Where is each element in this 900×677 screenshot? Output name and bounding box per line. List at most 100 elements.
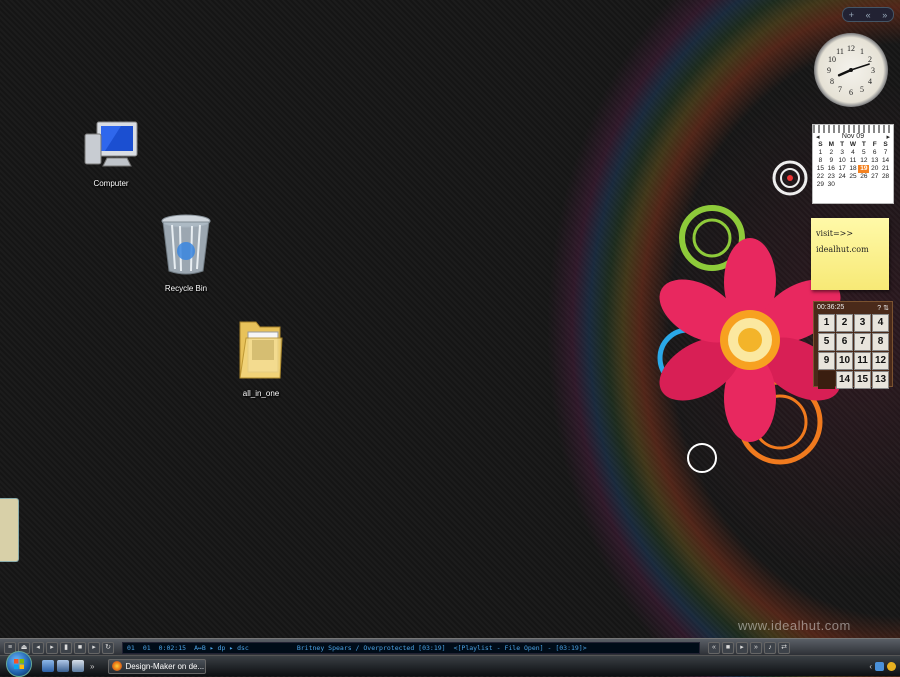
calendar-day[interactable]: 30	[826, 181, 837, 189]
calendar-day[interactable]: 13	[869, 157, 880, 165]
quick-launch-more-icon[interactable]: »	[90, 662, 94, 671]
calendar-day[interactable]: 26	[858, 173, 869, 181]
picture-puzzle-gadget[interactable]: 00:36:25 ? ⇅ 1 2 3 4 5 6 7 8 9 10 11 12 14 15 13	[813, 301, 893, 389]
puzzle-tile[interactable]: 1	[818, 314, 835, 332]
computer-quicklaunch-icon[interactable]	[72, 660, 84, 672]
calendar-day[interactable]: 9	[826, 157, 837, 165]
media-repeat-icon[interactable]: ↻	[102, 641, 114, 654]
calendar-day[interactable]: 23	[826, 173, 837, 181]
puzzle-tile[interactable]: 13	[872, 371, 889, 389]
media-stop-icon[interactable]: ■	[722, 641, 734, 654]
puzzle-tile[interactable]: 15	[854, 371, 871, 389]
note-line: idealhut.com	[816, 245, 869, 254]
desktop-icon-all-in-one[interactable]: all_in_one	[216, 318, 306, 398]
puzzle-timer: 00:36:25	[817, 304, 845, 311]
desktop-icon-computer[interactable]: Computer	[66, 120, 156, 188]
firefox-icon	[112, 661, 123, 671]
media-rewind-icon[interactable]: «	[708, 641, 720, 654]
clock-gadget[interactable]: 12 1 2 3 4 5 6 7 8 9 10 11	[814, 33, 888, 107]
puzzle-tile[interactable]: 9	[818, 352, 835, 370]
calendar-day[interactable]: 4	[848, 149, 859, 157]
puzzle-tile[interactable]: 14	[836, 371, 853, 389]
calendar-day[interactable]: 3	[837, 149, 848, 157]
media-volume-icon[interactable]: ♪	[764, 641, 776, 654]
note-line: visit=>>	[816, 229, 854, 238]
calendar-weekday: T	[861, 141, 866, 148]
calendar-day[interactable]: 5	[858, 149, 869, 157]
puzzle-tile[interactable]: 3	[854, 314, 871, 332]
media-play-icon[interactable]: ▸	[736, 641, 748, 654]
calendar-day[interactable]: 1	[815, 149, 826, 157]
calendar-rings	[813, 125, 893, 133]
media-stop-icon[interactable]: ■	[74, 641, 86, 654]
calendar-day[interactable]: 6	[869, 149, 880, 157]
media-display: 01 01 0:02:15 A↔B ▸ dp ▸ dsc Britney Spe…	[122, 641, 700, 654]
calendar-prev-icon[interactable]: ◂	[816, 133, 820, 141]
media-forward-icon[interactable]: »	[750, 641, 762, 654]
clock-number: 10	[828, 55, 836, 64]
puzzle-tile[interactable]: 11	[854, 352, 871, 370]
calendar-day[interactable]: 8	[815, 157, 826, 165]
calendar-weekday: M	[828, 141, 834, 148]
calendar-day[interactable]: 25	[848, 173, 859, 181]
messenger-icon[interactable]	[887, 661, 896, 671]
calendar-day[interactable]: 11	[848, 157, 859, 165]
puzzle-empty-slot[interactable]	[818, 371, 835, 389]
puzzle-tile[interactable]: 8	[872, 333, 889, 351]
media-track-num: 01	[127, 643, 135, 652]
calendar-day[interactable]: 15	[815, 165, 826, 173]
media-prev-icon[interactable]: ◂	[32, 641, 44, 654]
next-gadget-button[interactable]: »	[882, 10, 887, 20]
start-button[interactable]	[6, 651, 32, 677]
calendar-day[interactable]: 24	[837, 173, 848, 181]
calendar-today[interactable]: 19	[858, 165, 870, 173]
media-player-bar: ≡ ⏏ ◂ ▸ ▮ ■ ▸ ↻ 01 01 0:02:15 A↔B ▸ dp ▸…	[0, 638, 900, 656]
media-mode-controls[interactable]: A↔B ▸ dp ▸ dsc	[194, 644, 249, 652]
calendar-day[interactable]: 14	[880, 157, 891, 165]
puzzle-tile[interactable]: 7	[854, 333, 871, 351]
network-icon[interactable]	[875, 661, 884, 671]
calendar-day[interactable]: 27	[869, 173, 880, 181]
prev-gadget-button[interactable]: «	[866, 10, 871, 20]
calendar-day[interactable]: 18	[848, 165, 859, 173]
puzzle-tile[interactable]: 12	[872, 352, 889, 370]
calendar-day[interactable]: 21	[880, 165, 891, 173]
puzzle-tile[interactable]: 6	[836, 333, 853, 351]
tray-expand-icon[interactable]: ‹	[869, 662, 872, 671]
media-next-icon[interactable]: ▸	[88, 641, 100, 654]
puzzle-tile[interactable]: 10	[836, 352, 853, 370]
show-desktop-icon[interactable]	[42, 660, 54, 672]
switch-windows-icon[interactable]	[57, 660, 69, 672]
calendar-day[interactable]: 28	[880, 173, 891, 181]
calendar-day[interactable]: 29	[815, 181, 826, 189]
taskbar-button-firefox[interactable]: Design-Maker on de...	[108, 658, 207, 674]
notes-gadget[interactable]: visit=>> idealhut.com	[811, 218, 889, 290]
desktop-icon-label: Computer	[93, 179, 129, 188]
calendar-day[interactable]: 2	[826, 149, 837, 157]
calendar-day[interactable]: 22	[815, 173, 826, 181]
calendar-day[interactable]: 20	[869, 165, 880, 173]
puzzle-tile[interactable]: 5	[818, 333, 835, 351]
puzzle-help-icon[interactable]: ? ⇅	[877, 304, 889, 312]
clock-number: 7	[838, 85, 842, 94]
media-pause-icon[interactable]: ▮	[60, 641, 72, 654]
puzzle-tile[interactable]: 4	[872, 314, 889, 332]
quick-launch	[42, 660, 84, 672]
calendar-gadget[interactable]: ◂ Nov 09 ▸ S M T W T F S 1 2 3 4 5 6 7 8 9 10 11 12 13 14 15 1…	[812, 124, 894, 204]
clock-minute-hand	[850, 63, 870, 71]
calendar-day[interactable]: 17	[837, 165, 848, 173]
calendar-day[interactable]: 12	[858, 157, 869, 165]
windows-logo-icon	[14, 659, 24, 669]
desktop-icon-recycle-bin[interactable]: Recycle Bin	[141, 213, 231, 293]
media-shuffle-icon[interactable]: ⇄	[778, 641, 790, 654]
calendar-day[interactable]: 16	[826, 165, 837, 173]
puzzle-tile[interactable]: 2	[836, 314, 853, 332]
media-play-icon[interactable]: ▸	[46, 641, 58, 654]
calendar-day[interactable]: 10	[837, 157, 848, 165]
calendar-month: Nov 09	[841, 133, 865, 140]
edge-gadget[interactable]	[0, 498, 19, 562]
add-gadget-button[interactable]: +	[849, 10, 854, 20]
calendar-day[interactable]: 7	[880, 149, 891, 157]
calendar-next-icon[interactable]: ▸	[886, 133, 890, 141]
desktop-icon-label: all_in_one	[242, 389, 280, 398]
